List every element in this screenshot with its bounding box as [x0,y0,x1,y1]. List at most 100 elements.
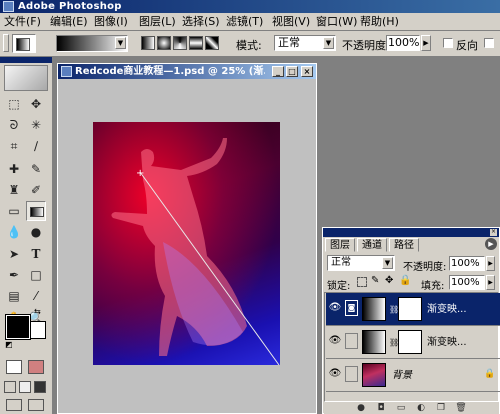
visibility-eye-icon[interactable]: 👁 [328,300,342,316]
panel-close-icon[interactable]: × [490,229,497,236]
menu-file[interactable]: 文件(F) [4,13,41,30]
notes-tool-icon[interactable]: ▤ [4,286,24,306]
layers-panel-title-bar: × [323,228,499,237]
angle-gradient-button[interactable] [173,36,187,50]
swap-colors-icon[interactable]: ⇆ [34,307,43,316]
menu-edit[interactable]: 编辑(E) [50,13,88,30]
pen-tool-icon[interactable]: ✒ [4,265,24,285]
new-layer-icon[interactable]: ❐ [434,402,448,414]
panel-menu-icon[interactable]: ▶ [485,238,497,250]
document-title-bar: Redcode商业教程—1.psd @ 25% (渐... _ □ × [58,64,316,79]
layer-name: 渐变映... [427,337,467,348]
layers-panel: × 图层 通道 路径 ▶ 正常 ▼ 不透明度: 100% ▶ 锁定: ✎ ✥ 🔒… [322,227,500,414]
healing-brush-tool-icon[interactable]: ✚ [4,159,24,179]
menu-image[interactable]: 图像(I) [94,13,128,30]
menu-layer[interactable]: 图层(L) [139,13,176,30]
eyedropper-tool-icon[interactable]: ⁄ [26,286,46,306]
layer-link-box[interactable] [345,366,358,382]
menu-filter[interactable]: 滤镜(T) [226,13,263,30]
crop-tool-icon[interactable]: ⌗ [4,136,24,156]
lock-position-icon[interactable]: ✥ [385,275,393,286]
layer-lock-icon: 🔒 [484,369,496,379]
feather-logo-icon[interactable] [4,65,48,91]
chevron-down-icon: ▼ [382,257,393,269]
layer-row[interactable]: 👁 ◙ ⛓ 渐变映... [326,293,500,326]
fill-input[interactable]: 100% [449,275,485,290]
tab-channels[interactable]: 通道 [357,238,387,252]
document-icon [61,66,72,77]
layer-row[interactable]: 👁 ⛓ 渐变映... [326,326,500,359]
image-canvas[interactable]: + [93,122,280,365]
gradient-map-thumbnail [362,297,386,321]
maximize-button[interactable]: □ [286,66,298,77]
add-mask-icon[interactable]: ◘ [374,402,388,414]
layer-opacity-slider-button[interactable]: ▶ [486,256,495,271]
history-brush-tool-icon[interactable]: ✐ [26,180,46,200]
opacity-input[interactable]: 100% [386,35,420,51]
slice-tool-icon[interactable]: ∕ [26,136,46,156]
tab-layers[interactable]: 图层 [325,238,355,252]
toolbox: ⬚ ✥ ᘐ ✳ ⌗ ∕ ✚ ✎ ♜ ✐ ▭ 💧 ● ➤ T ✒ □ ▤ ⁄ ✋ … [0,57,53,414]
layer-mask-thumbnail [398,297,422,321]
path-selection-tool-icon[interactable]: ➤ [4,244,24,264]
shape-tool-icon[interactable]: □ [26,265,46,285]
menu-help[interactable]: 帮助(H) [360,13,399,30]
layers-panel-footer: ● ◘ ▭ ◐ ❐ 🗑 [324,402,499,414]
standard-mode-icon[interactable] [6,360,22,374]
dither-checkbox[interactable] [484,38,494,48]
eraser-tool-icon[interactable]: ▭ [4,201,24,221]
layer-blend-mode-select[interactable]: 正常 ▼ [327,255,395,271]
lock-transparency-icon[interactable] [357,277,367,287]
new-set-icon[interactable]: ▭ [394,402,408,414]
radial-gradient-button[interactable] [157,36,171,50]
reverse-checkbox[interactable] [443,38,453,48]
quick-mask-mode-icon[interactable] [28,360,44,374]
screen-mode-menu-icon[interactable] [19,381,31,393]
diamond-gradient-button[interactable] [205,36,219,50]
layer-adjustment-icon[interactable]: ◙ [345,300,358,316]
layer-link-box[interactable] [345,333,358,349]
new-adjustment-layer-icon[interactable]: ◐ [414,402,428,414]
toolbox-title-bar [0,57,52,63]
default-colors-icon[interactable]: ◩ [5,340,14,349]
jump-to-imageready-icon[interactable] [6,399,22,411]
gradient-tool-icon [16,38,30,51]
menu-select[interactable]: 选择(S) [182,13,220,30]
close-button[interactable]: × [301,66,313,77]
layer-opacity-input[interactable]: 100% [449,256,485,271]
dodge-tool-icon[interactable]: ● [26,222,46,242]
opacity-slider-button[interactable]: ▶ [421,35,431,51]
gradient-tool-icon[interactable] [26,201,46,221]
clone-stamp-tool-icon[interactable]: ♜ [4,180,24,200]
mode-select[interactable]: 正常 ▼ [274,35,336,51]
layer-opacity-value: 100% [451,258,480,269]
screen-mode-full-icon[interactable] [34,381,46,393]
reflected-gradient-button[interactable] [189,36,203,50]
visibility-eye-icon[interactable]: 👁 [328,333,342,349]
screen-mode-standard-icon[interactable] [4,381,16,393]
minimize-button[interactable]: _ [272,66,284,77]
background-color-swatch[interactable] [28,321,46,339]
blur-tool-icon[interactable]: 💧 [4,222,24,242]
menu-window[interactable]: 窗口(W) [316,13,357,30]
lasso-tool-icon[interactable]: ᘐ [4,115,24,135]
menu-view[interactable]: 视图(V) [272,13,310,30]
lock-pixels-icon[interactable]: ✎ [371,275,379,286]
brush-tool-icon[interactable]: ✎ [26,159,46,179]
delete-layer-icon[interactable]: 🗑 [454,402,468,414]
linear-gradient-button[interactable] [141,36,155,50]
gradient-picker[interactable]: ▼ [56,35,128,52]
marquee-tool-icon[interactable]: ⬚ [4,94,24,114]
layer-row[interactable]: 👁 背景 🔒 [326,359,500,392]
tool-preset-picker[interactable] [12,34,36,53]
jump-to-app-icon[interactable] [28,399,44,411]
move-tool-icon[interactable]: ✥ [26,94,46,114]
layer-style-icon[interactable]: ● [354,402,368,414]
visibility-eye-icon[interactable]: 👁 [328,366,342,382]
lock-all-icon[interactable]: 🔒 [399,275,411,286]
magic-wand-tool-icon[interactable]: ✳ [26,115,46,135]
fill-slider-button[interactable]: ▶ [486,275,495,290]
foreground-color-swatch[interactable] [5,314,31,340]
type-tool-icon[interactable]: T [26,244,46,264]
tab-paths[interactable]: 路径 [389,238,419,252]
